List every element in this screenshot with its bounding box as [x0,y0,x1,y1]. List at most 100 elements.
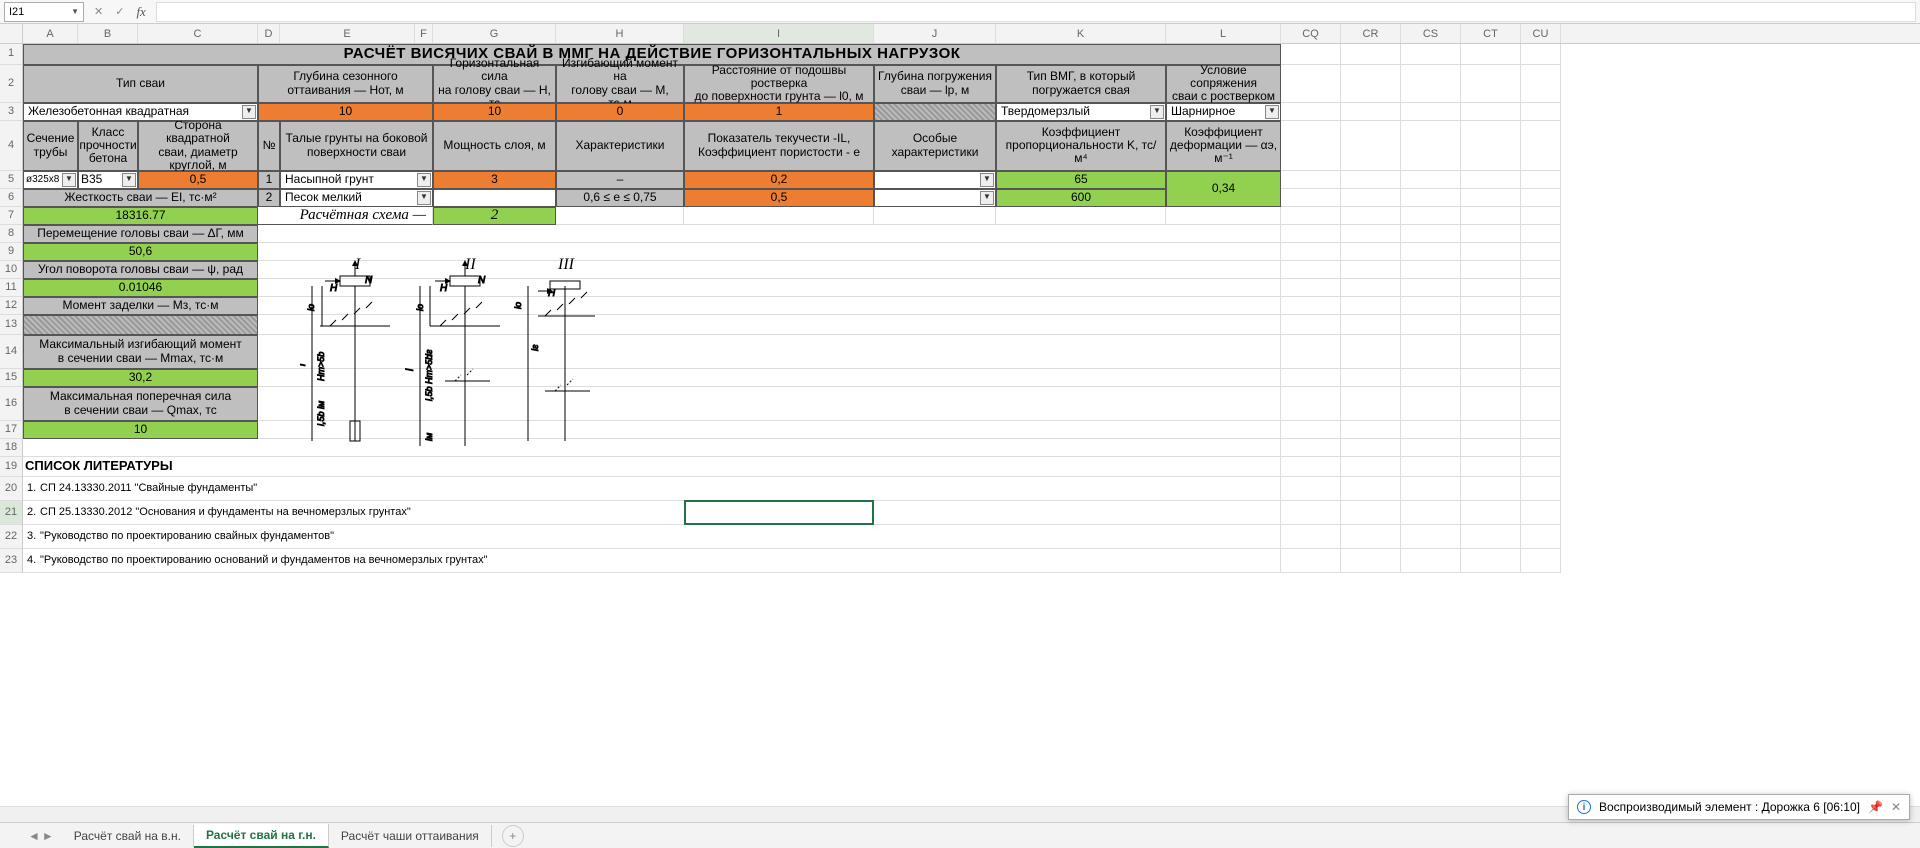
spec-select-1[interactable]: ▼ [874,171,996,189]
thaw-depth-input[interactable]: 10 [258,103,433,121]
chevron-down-icon[interactable]: ▼ [980,173,994,187]
row-header[interactable]: 15 [0,369,23,387]
col-header[interactable]: CS [1401,24,1461,43]
col-header[interactable]: J [874,24,996,43]
add-sheet-button[interactable]: + [502,825,524,847]
col-header[interactable]: E [280,24,415,43]
row-header[interactable]: 2 [0,65,23,103]
tab-nav[interactable]: ◄ ► [20,829,62,843]
row-header[interactable]: 13 [0,315,23,335]
layer-input-2[interactable] [433,189,556,207]
spreadsheet-grid[interactable]: 1 РАСЧЁТ ВИСЯЧИХ СВАЙ В ММГ НА ДЕЙСТВИЕ … [0,44,1920,573]
hdr-section: Сечение трубы [23,121,78,171]
layer-input-1[interactable]: 3 [433,171,556,189]
col-header[interactable]: B [78,24,138,43]
col-header[interactable]: K [996,24,1166,43]
value-displacement: 50,6 [23,243,258,261]
col-header[interactable]: D [258,24,280,43]
row-header[interactable]: 14 [0,335,23,369]
sheet-tab-2[interactable]: Расчёт свай на г.н. [194,824,329,848]
formula-input[interactable] [156,2,1916,22]
label-angle: Угол поворота головы сваи — ψ, рад [23,261,258,279]
lit-item: "Руководство по проектированию свайных ф… [38,525,1281,549]
media-notification[interactable]: i Воспроизводимый элемент : Дорожка 6 [0… [1568,794,1910,820]
pile-type-select[interactable]: Железобетонная квадратная ▼ [23,103,258,121]
col-header[interactable]: CR [1341,24,1401,43]
fx-icon[interactable]: fx [132,4,149,20]
index-input-2[interactable]: 0,5 [684,189,874,207]
soil-select-1[interactable]: Насыпной грунт ▼ [280,171,433,189]
sheet-tab-1[interactable]: Расчёт свай на в.н. [62,825,194,847]
formula-bar: I21 ▼ ✕ ✓ fx [0,0,1920,24]
col-header[interactable]: A [23,24,78,43]
horiz-force-input[interactable]: 10 [433,103,556,121]
tab-next-icon[interactable]: ► [42,829,54,843]
conn-select[interactable]: Шарнирное ▼ [1166,103,1281,121]
cancel-icon[interactable]: ✕ [90,5,107,18]
row-header[interactable]: 1 [0,44,23,65]
col-header[interactable]: CU [1521,24,1561,43]
select-all-corner[interactable] [0,24,23,43]
col-header[interactable]: I [684,24,874,43]
row-header[interactable]: 18 [0,439,23,457]
chevron-down-icon[interactable]: ▼ [417,191,431,205]
chevron-down-icon[interactable]: ▼ [122,173,136,187]
row-header[interactable]: 3 [0,103,23,121]
row-header[interactable]: 7 [0,207,23,225]
row-header[interactable]: 9 [0,243,23,261]
distance-input[interactable]: 1 [684,103,874,121]
moment-input[interactable]: 0 [556,103,684,121]
sheet-tab-3[interactable]: Расчёт чаши оттаивания [329,825,492,847]
row-header[interactable]: 6 [0,189,23,207]
row-header[interactable]: 22 [0,525,23,549]
col-header[interactable]: H [556,24,684,43]
index-input-1[interactable]: 0,2 [684,171,874,189]
col-header[interactable]: L [1166,24,1281,43]
col-header[interactable]: F [415,24,433,43]
section-select[interactable]: ø325x8 ▼ [23,171,78,189]
value-max-moment: 30,2 [23,369,258,387]
accept-icon[interactable]: ✓ [111,5,128,18]
name-box-value: I21 [9,6,24,18]
row-header[interactable]: 12 [0,297,23,315]
spec-select-2[interactable]: ▼ [874,189,996,207]
name-box[interactable]: I21 ▼ [4,2,84,22]
char-1: – [556,171,684,189]
tab-prev-icon[interactable]: ◄ [28,829,40,843]
pin-icon[interactable]: 📌 [1868,800,1883,814]
col-header[interactable]: CT [1461,24,1521,43]
col-header[interactable]: C [138,24,258,43]
close-icon[interactable]: ✕ [1891,800,1901,814]
row-header[interactable]: 20 [0,477,23,501]
chevron-down-icon[interactable]: ▼ [1265,105,1279,119]
chevron-down-icon[interactable]: ▼ [242,105,256,119]
row-header[interactable]: 19 [0,457,23,477]
row-header[interactable]: 5 [0,171,23,189]
chevron-down-icon[interactable]: ▼ [62,173,76,187]
vmg-type-select[interactable]: Твердомерзлый ▼ [996,103,1166,121]
chevron-down-icon[interactable]: ▼ [1150,105,1164,119]
row-header[interactable]: 4 [0,121,23,171]
row-header[interactable]: 11 [0,279,23,297]
row-header[interactable]: 8 [0,225,23,243]
class-value: B35 [81,173,102,186]
row-header[interactable]: 21 [0,501,23,525]
col-header[interactable]: CQ [1281,24,1341,43]
svg-text:H: H [548,288,556,299]
soil-select-2[interactable]: Песок мелкий ▼ [280,189,433,207]
chevron-down-icon[interactable]: ▼ [417,173,431,187]
row-header[interactable]: 17 [0,421,23,439]
row-header[interactable]: 16 [0,387,23,421]
side-input[interactable]: 0,5 [138,171,258,189]
notification-text: Воспроизводимый элемент : Дорожка 6 [06:… [1599,800,1860,814]
value-max-shear: 10 [23,421,258,439]
row-header[interactable]: 10 [0,261,23,279]
depth-input[interactable] [874,103,996,121]
vmg-type-value: Твердомерзлый [1001,105,1090,118]
col-header[interactable]: G [433,24,556,43]
hdr-vmg-type: Тип ВМГ, в который погружается свая [996,65,1166,103]
chevron-down-icon[interactable]: ▼ [980,191,994,205]
chevron-down-icon[interactable]: ▼ [71,7,79,16]
class-select[interactable]: B35 ▼ [78,171,138,189]
row-header[interactable]: 23 [0,549,23,573]
